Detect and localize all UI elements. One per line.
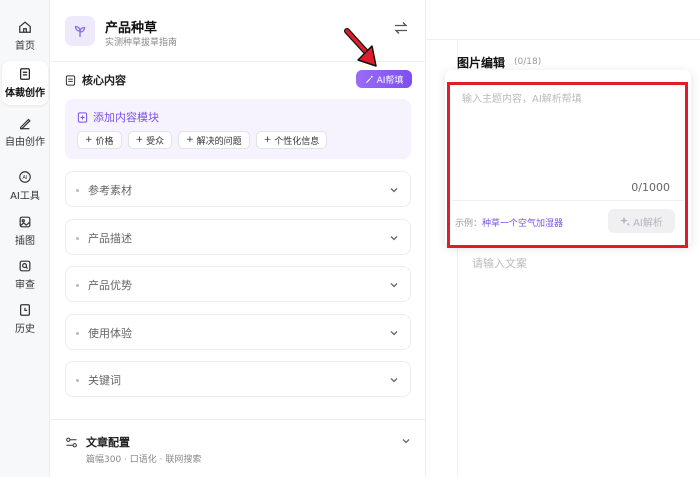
example-prefix: 示例： [455,219,483,229]
nav-item-illustration[interactable]: 插图 [2,209,48,253]
copy-placeholder[interactable]: 请输入文案 [472,255,527,271]
top-bar [427,0,700,40]
nav-item-label: 插图 [15,236,35,247]
nav-item-home[interactable]: 首页 [2,14,48,58]
chevron-down-icon [390,188,398,193]
divider [452,200,684,201]
swap-icon[interactable] [393,20,409,36]
example-link[interactable]: 种草一个空气加湿器 [482,219,563,229]
ai-icon: AI [19,171,31,183]
sprout-icon [65,16,95,46]
nav-item-label: 自由创作 [5,137,45,148]
nav-item-label: 审查 [15,280,35,291]
nav-item-label: 历史 [15,324,35,335]
document-icon [20,68,30,80]
image-icon [19,216,31,228]
plus-icon: + [263,135,272,145]
bullet-dot [76,284,79,287]
add-module-button[interactable]: 添加内容模块 [77,109,159,125]
ai-parse-button[interactable]: AI解析 [608,209,675,233]
image-count: (0/18) [514,57,542,67]
nav-item-label: 首页 [15,41,35,52]
chevron-down-icon [390,331,398,336]
bullet-dot [76,237,79,240]
review-icon [19,260,31,272]
pen-icon [20,118,31,130]
settings-sliders-icon [66,437,77,447]
nav-rail: 首页 体裁创作 自由创作 AI AI工具 插图 审查 历史 [0,0,50,477]
section-reference[interactable]: 参考素材 [65,171,411,207]
nav-item-genre[interactable]: 体裁创作 [2,61,48,105]
annotation-arrow-icon [344,28,377,67]
page-title: 产品种草 [105,21,158,36]
plus-icon: + [135,135,144,145]
bullet-dot [76,379,79,382]
image-editor-title: 图片编辑 [457,56,506,70]
chevron-down-icon[interactable] [400,435,412,447]
article-config-label: 文章配置 [86,436,130,449]
magic-wand-icon [365,75,373,83]
chip-audience[interactable]: + 受众 [127,131,173,149]
article-config-summary: 篇幅300 · 口语化 · 联网搜索 [86,455,202,465]
section-description[interactable]: 产品描述 [65,219,411,255]
module-chips: + 价格 + 受众 + 解决的问题 + 个性化信息 [77,131,328,149]
ai-help-label: AI帮填 [376,75,404,86]
add-module-label: 添加内容模块 [93,111,159,124]
add-module-icon [77,111,88,123]
chevron-down-icon [390,378,398,383]
section-experience[interactable]: 使用体验 [65,314,411,350]
plus-icon: + [85,135,93,145]
section-label: 关键词 [88,374,121,387]
sparkle-icon [620,216,631,226]
home-icon [19,21,31,33]
nav-item-free[interactable]: 自由创作 [2,110,48,154]
article-config[interactable]: 文章配置 篇幅300 · 口语化 · 联网搜索 [51,419,426,477]
chip-price[interactable]: + 价格 [77,131,122,149]
article-config-title: 文章配置 [65,434,130,450]
bullet-dot [76,189,79,192]
core-content-title: 核心内容 [65,72,126,88]
bullet-dot [76,332,79,335]
nav-item-label: AI工具 [10,191,40,202]
plus-icon: + [186,135,194,145]
chip-personal-info[interactable]: + 个性化信息 [255,131,328,149]
nav-item-history[interactable]: 历史 [2,297,48,341]
section-label: 使用体验 [88,327,132,340]
topic-input[interactable] [462,90,674,170]
core-content-label: 核心内容 [82,74,126,87]
nav-item-ai-tools[interactable]: AI AI工具 [2,164,48,208]
chevron-down-icon [390,283,398,288]
chip-problem[interactable]: + 解决的问题 [178,131,250,149]
add-module-box: 添加内容模块 + 价格 + 受众 + 解决的问题 + 个性化信息 [65,99,411,159]
ai-parse-label: AI解析 [633,217,663,229]
section-advantages[interactable]: 产品优势 [65,266,411,302]
section-label: 参考素材 [88,184,132,197]
app-window: 首页 体裁创作 自由创作 AI AI工具 插图 审查 历史 产品种草 实测种草拔… [0,0,700,477]
nav-item-review[interactable]: 审查 [2,253,48,297]
char-counter: 0/1000 [631,181,670,194]
section-keywords[interactable]: 关键词 [65,361,411,397]
history-icon [20,304,30,316]
section-label: 产品描述 [88,232,132,245]
svg-text:AI: AI [22,175,28,181]
nav-item-label: 体裁创作 [5,88,45,99]
file-icon [65,74,76,86]
section-label: 产品优势 [88,279,132,292]
example-hint: 示例：种草一个空气加湿器 [455,216,563,229]
chevron-down-icon [390,236,398,241]
page-subtitle: 实测种草拔草指南 [105,38,178,48]
